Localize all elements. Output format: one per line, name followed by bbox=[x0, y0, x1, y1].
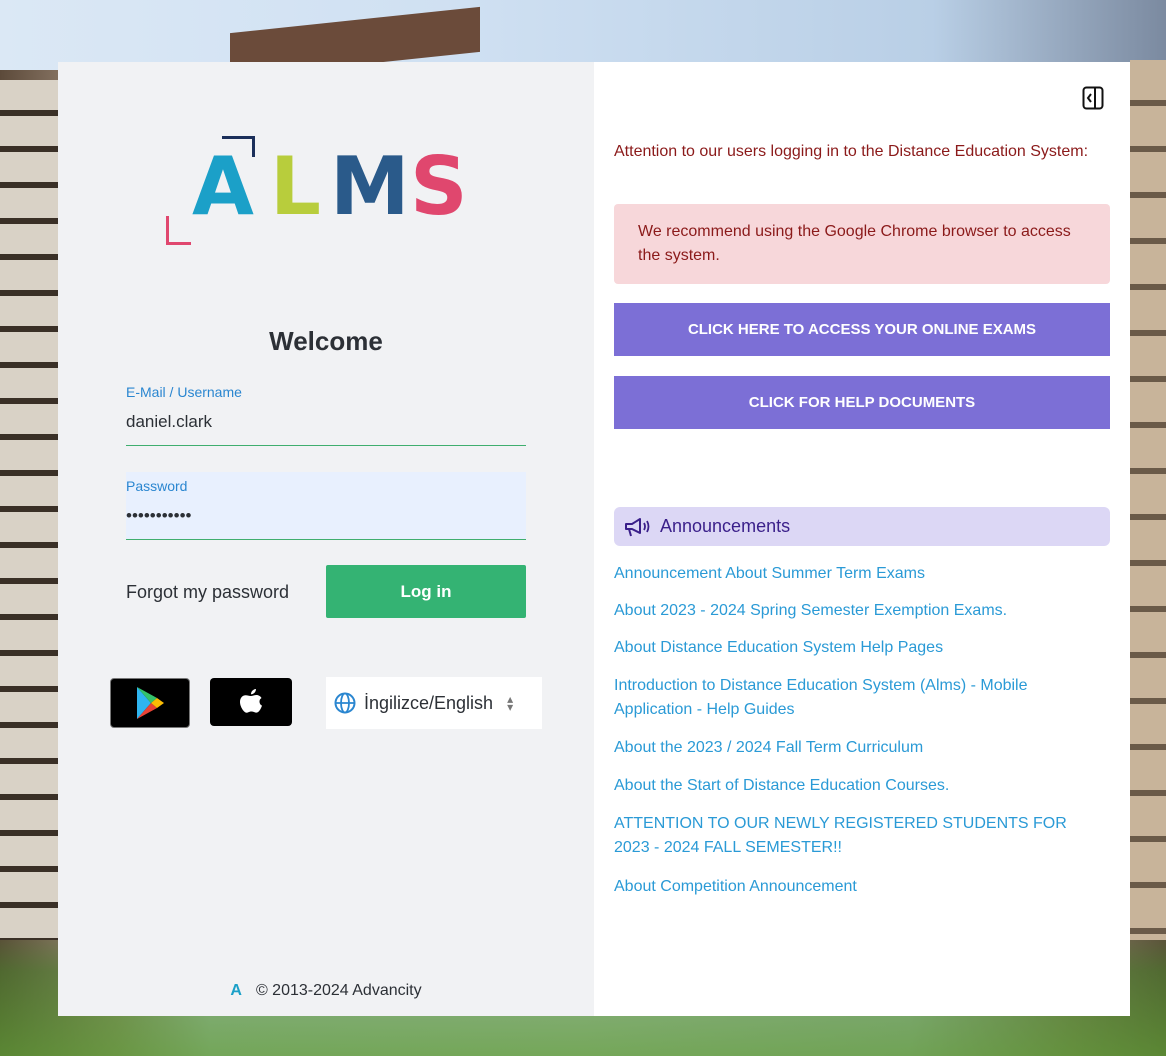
announcement-link[interactable]: About Distance Education System Help Pag… bbox=[614, 636, 1094, 660]
online-exams-button[interactable]: CLICK HERE TO ACCESS YOUR ONLINE EXAMS bbox=[614, 303, 1110, 356]
announcement-link[interactable]: About the Start of Distance Education Co… bbox=[614, 774, 1094, 798]
megaphone-icon bbox=[625, 517, 650, 536]
announcement-link[interactable]: Announcement About Summer Term Exams bbox=[614, 562, 1094, 586]
background-left-building bbox=[0, 80, 60, 940]
announcements-title: Announcements bbox=[660, 516, 791, 536]
app-store-button[interactable] bbox=[210, 678, 292, 726]
announcement-link[interactable]: Introduction to Distance Education Syste… bbox=[614, 674, 1094, 722]
announcement-link[interactable]: ATTENTION TO OUR NEWLY REGISTERED STUDEN… bbox=[614, 812, 1094, 860]
globe-icon bbox=[334, 692, 356, 714]
password-field: Password bbox=[126, 472, 526, 540]
browser-recommendation-alert: We recommend using the Google Chrome bro… bbox=[614, 204, 1110, 284]
google-play-icon bbox=[137, 687, 164, 719]
logo-letter-a: A bbox=[192, 140, 254, 233]
apple-icon bbox=[240, 689, 262, 713]
footer-logo: A bbox=[230, 982, 242, 999]
password-underline bbox=[126, 538, 526, 540]
select-chevron-icon: ▴ ▾ bbox=[507, 692, 514, 714]
username-underline bbox=[126, 444, 526, 446]
help-documents-button[interactable]: CLICK FOR HELP DOCUMENTS bbox=[614, 376, 1110, 429]
language-select[interactable]: İngilizce/English ▴ ▾ bbox=[326, 677, 542, 729]
footer-copyright: © 2013-2024 Advancity bbox=[255, 982, 422, 999]
announcements-header: Announcements bbox=[614, 507, 1110, 546]
footer: A © 2013-2024 Advancity bbox=[58, 982, 594, 1000]
username-input[interactable] bbox=[126, 408, 524, 436]
language-select-label: İngilizce/English bbox=[364, 692, 494, 713]
logo-letter-m: M bbox=[330, 140, 410, 233]
logo-corner-mark-bottom bbox=[166, 216, 191, 245]
background-sky bbox=[0, 0, 1166, 70]
password-input[interactable] bbox=[126, 502, 524, 530]
alms-logo: A L M S bbox=[166, 136, 490, 250]
announcement-link[interactable]: About the 2023 / 2024 Fall Term Curricul… bbox=[614, 736, 1094, 760]
attention-notice: Attention to our users logging in to the… bbox=[614, 143, 1089, 160]
announcement-link[interactable]: About 2023 - 2024 Spring Semester Exempt… bbox=[614, 599, 1094, 623]
announcement-link[interactable]: About Competition Announcement bbox=[614, 875, 1094, 899]
background-right-building bbox=[1130, 60, 1166, 940]
logo-letter-s: S bbox=[410, 140, 468, 233]
panel-collapse-icon[interactable] bbox=[1082, 86, 1104, 110]
username-label: E-Mail / Username bbox=[126, 384, 242, 400]
username-field: E-Mail / Username bbox=[126, 378, 526, 446]
welcome-heading: Welcome bbox=[269, 326, 383, 356]
logo-letter-l: L bbox=[270, 140, 321, 233]
password-label: Password bbox=[126, 478, 188, 494]
forgot-password-link[interactable]: Forgot my password bbox=[126, 582, 289, 603]
google-play-button[interactable] bbox=[110, 678, 190, 728]
login-button[interactable]: Log in bbox=[326, 565, 526, 618]
